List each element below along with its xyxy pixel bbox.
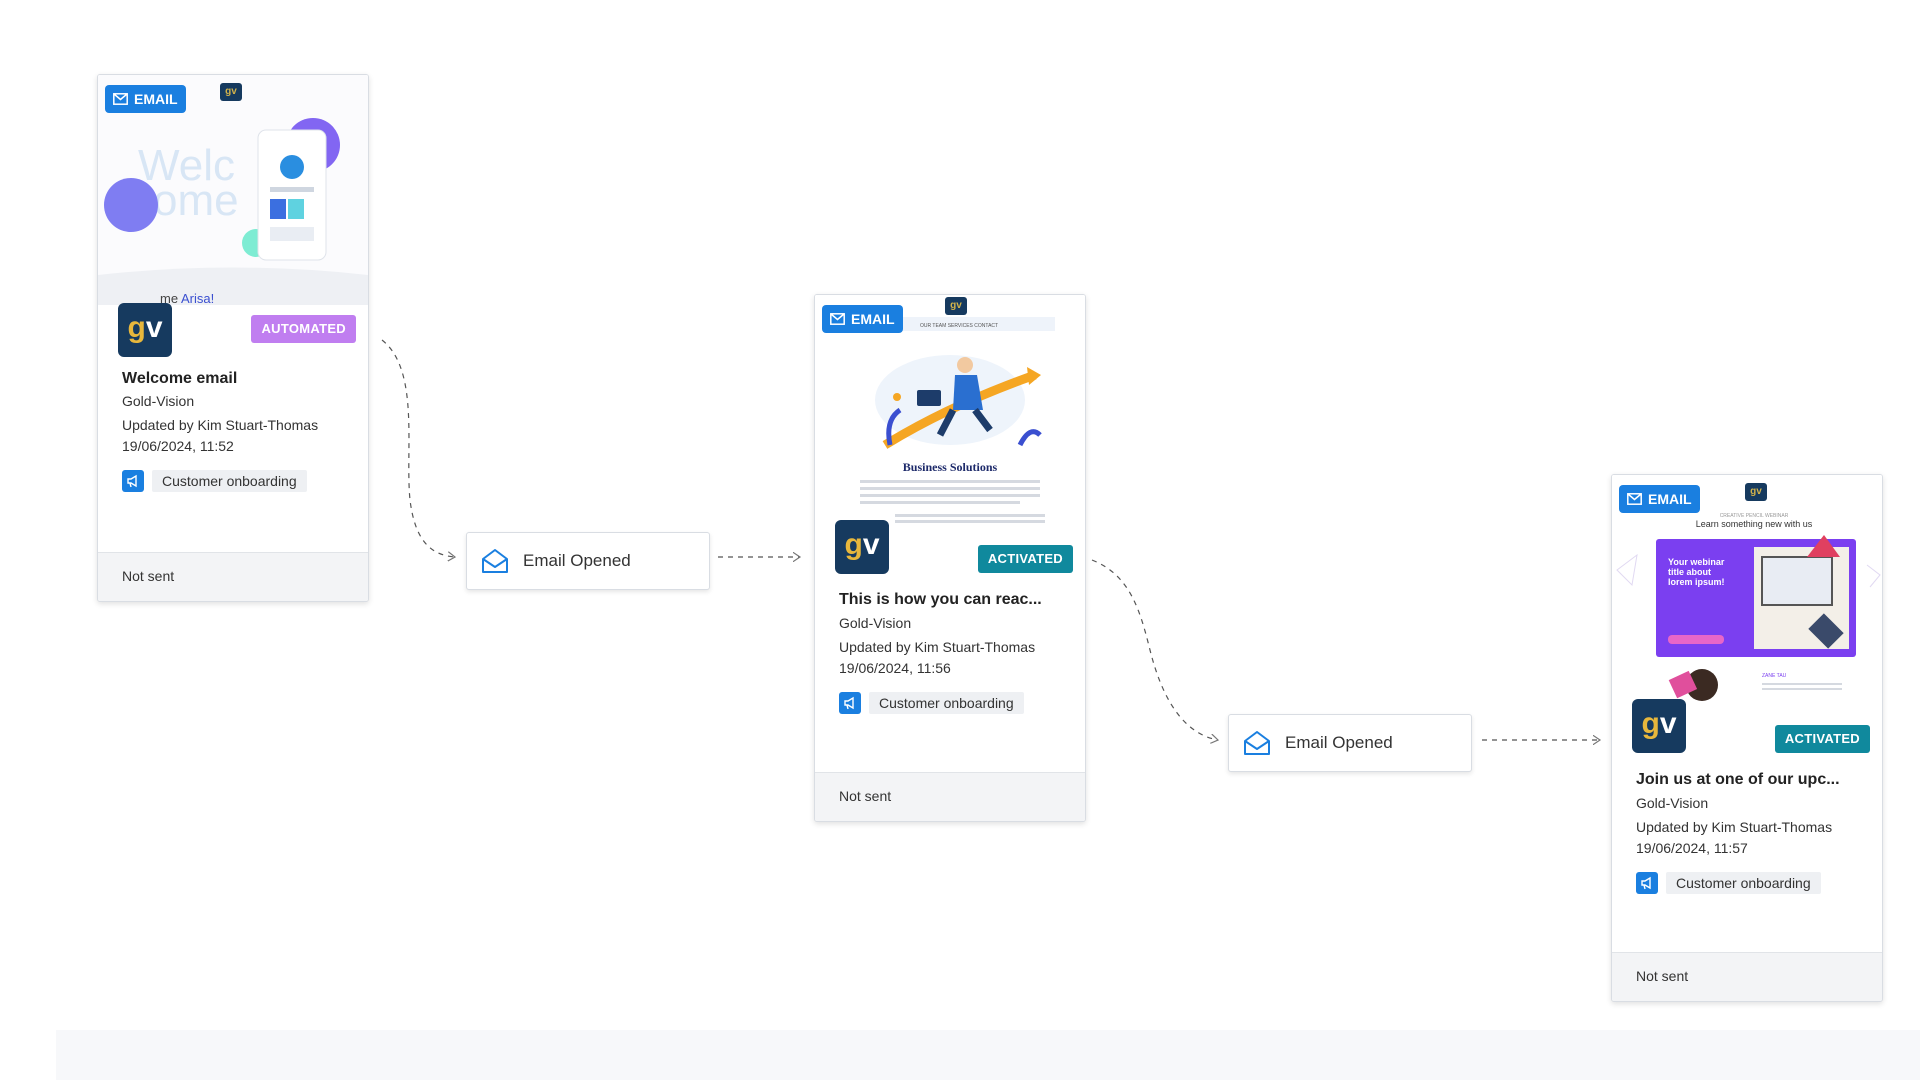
card-footer: Not sent: [815, 772, 1085, 821]
campaign-label: Customer onboarding: [869, 692, 1024, 714]
gold-vision-logo: gv: [118, 303, 172, 357]
gold-vision-logo: gv: [835, 520, 889, 574]
mini-gv-logo: gv: [945, 297, 967, 315]
envelope-icon: [1627, 493, 1642, 505]
megaphone-icon: [839, 692, 861, 714]
email-card-business[interactable]: OUR TEAM SERVICES CONTACT Business Solut…: [814, 294, 1086, 822]
status-badge: AUTOMATED: [251, 315, 356, 343]
email-card-webinar[interactable]: CREATIVE PENCIL WEBINAR Learn something …: [1611, 474, 1883, 1002]
envelope-open-icon: [482, 549, 508, 573]
trigger-email-opened[interactable]: Email Opened: [1228, 714, 1472, 772]
email-type-tag: EMAIL: [105, 85, 186, 113]
preview-headline: Learn something new with us: [1696, 519, 1813, 529]
email-type-tag: EMAIL: [1619, 485, 1700, 513]
preview-nav: OUR TEAM SERVICES CONTACT: [920, 323, 998, 329]
gold-vision-logo: gv: [1632, 699, 1686, 753]
connector-card1-trigger1: [381, 339, 455, 557]
campaign-chip[interactable]: Customer onboarding: [839, 691, 1024, 715]
svg-text:title about: title about: [1668, 567, 1711, 577]
trigger-email-opened[interactable]: Email Opened: [466, 532, 710, 590]
updated-by: Updated by Kim Stuart-Thomas: [839, 639, 1036, 655]
status-badge: ACTIVATED: [1774, 725, 1870, 753]
updated-at: 19/06/2024, 11:52: [122, 438, 234, 454]
card-footer: Not sent: [1612, 952, 1882, 1001]
journey-canvas: Welc ome me Arisa! EMAIL gv gv AUTOMATED…: [0, 0, 1920, 1080]
email-title[interactable]: Join us at one of our upc...: [1636, 771, 1866, 789]
send-status: Not sent: [839, 788, 892, 804]
connector-card2-trigger2: [1091, 559, 1218, 740]
campaign-label: Customer onboarding: [1666, 872, 1821, 894]
status-badge: ACTIVATED: [977, 545, 1073, 573]
updated-at: 19/06/2024, 11:56: [839, 660, 951, 676]
mini-gv-logo: gv: [1745, 483, 1767, 501]
email-preview-thumbnail[interactable]: CREATIVE PENCIL WEBINAR Learn something …: [1612, 475, 1882, 705]
envelope-icon: [830, 313, 845, 325]
svg-text:ome: ome: [153, 176, 239, 225]
preview-headline: Business Solutions: [903, 460, 998, 474]
email-title[interactable]: Welcome email: [122, 370, 352, 388]
updated-at: 19/06/2024, 11:57: [1636, 840, 1748, 856]
updated-info: Updated by Kim Stuart-Thomas 19/06/2024,…: [1636, 817, 1832, 859]
email-title[interactable]: This is how you can reac...: [839, 591, 1069, 609]
email-card-welcome[interactable]: Welc ome me Arisa! EMAIL gv gv AUTOMATED…: [97, 74, 369, 602]
megaphone-icon: [122, 470, 144, 492]
megaphone-icon: [1636, 872, 1658, 894]
updated-info: Updated by Kim Stuart-Thomas 19/06/2024,…: [839, 637, 1035, 679]
send-status: Not sent: [122, 568, 175, 584]
updated-info: Updated by Kim Stuart-Thomas 19/06/2024,…: [122, 415, 318, 457]
preview-speaker: ZANE TAU: [1762, 673, 1787, 679]
svg-text:lorem ipsum!: lorem ipsum!: [1668, 577, 1725, 587]
owner-org: Gold-Vision: [839, 615, 912, 631]
trigger-label: Email Opened: [523, 551, 631, 570]
updated-by: Updated by Kim Stuart-Thomas: [122, 417, 319, 433]
svg-text:Your webinar: Your webinar: [1668, 557, 1725, 567]
campaign-chip[interactable]: Customer onboarding: [122, 469, 307, 493]
card-footer: Not sent: [98, 552, 368, 601]
mini-gv-logo: gv: [220, 83, 242, 101]
send-status: Not sent: [1636, 968, 1689, 984]
email-preview-thumbnail[interactable]: Welc ome me Arisa! EMAIL gv: [98, 75, 368, 305]
envelope-icon: [113, 93, 128, 105]
campaign-label: Customer onboarding: [152, 470, 307, 492]
email-preview-thumbnail[interactable]: OUR TEAM SERVICES CONTACT Business Solut…: [815, 295, 1085, 525]
campaign-chip[interactable]: Customer onboarding: [1636, 871, 1821, 895]
envelope-open-icon: [1244, 731, 1270, 755]
email-type-tag: EMAIL: [822, 305, 903, 333]
owner-org: Gold-Vision: [1636, 795, 1709, 811]
owner-org: Gold-Vision: [122, 393, 195, 409]
trigger-label: Email Opened: [1285, 733, 1393, 752]
updated-by: Updated by Kim Stuart-Thomas: [1636, 819, 1833, 835]
